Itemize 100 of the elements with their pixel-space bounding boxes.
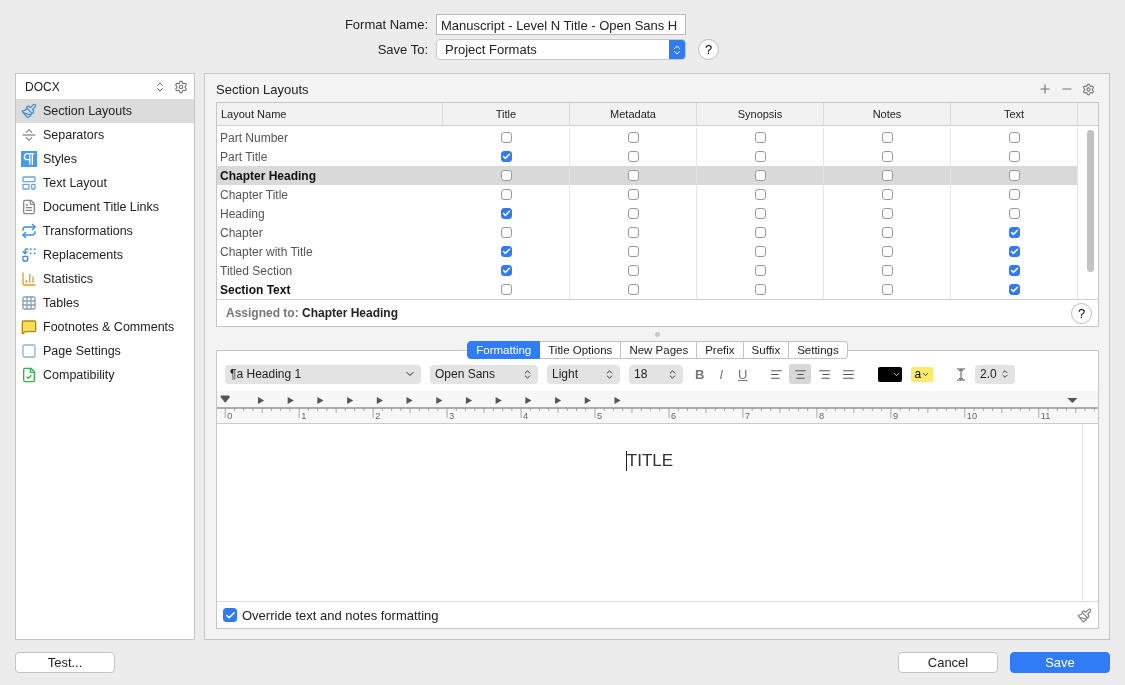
column-header[interactable]: Notes xyxy=(824,103,951,125)
tab[interactable]: New Pages xyxy=(621,341,698,359)
tab[interactable]: Title Options xyxy=(540,341,622,359)
up-down-arrows-icon[interactable] xyxy=(154,80,166,93)
checkbox[interactable] xyxy=(881,284,893,295)
highlight-button[interactable]: a xyxy=(911,366,934,382)
column-header[interactable]: Metadata xyxy=(570,103,697,125)
table-row[interactable]: Chapter xyxy=(217,223,1078,242)
sidebar-item[interactable]: Footnotes & Comments xyxy=(16,315,194,339)
tab-stop-icon[interactable] xyxy=(614,397,621,404)
checkbox[interactable] xyxy=(881,246,893,257)
column-header[interactable]: Text xyxy=(951,103,1078,125)
table-row[interactable]: Part Number xyxy=(217,128,1078,147)
save-button[interactable]: Save xyxy=(1010,652,1110,673)
format-name-field[interactable]: Manuscript - Level N Title - Open Sans H xyxy=(436,14,686,35)
checkbox[interactable] xyxy=(754,284,766,295)
column-header[interactable]: Synopsis xyxy=(697,103,824,125)
table-row[interactable]: Chapter with Title xyxy=(217,242,1078,261)
checkbox[interactable] xyxy=(627,170,639,181)
sidebar-item[interactable]: Tables xyxy=(16,291,194,315)
sidebar-item[interactable]: Text Layout xyxy=(16,171,194,195)
checkbox[interactable] xyxy=(1008,246,1020,257)
tab-stop-icon[interactable] xyxy=(376,397,383,404)
checkbox[interactable] xyxy=(881,208,893,219)
table-row[interactable]: Heading xyxy=(217,204,1078,223)
checkbox[interactable] xyxy=(500,265,512,276)
tab-stop-icon[interactable] xyxy=(465,397,473,404)
table-row[interactable]: Chapter Heading xyxy=(217,166,1078,185)
help-button[interactable]: ? xyxy=(698,39,719,60)
table-row[interactable]: Section Text xyxy=(217,280,1078,299)
checkbox[interactable] xyxy=(1008,132,1020,143)
checkbox[interactable] xyxy=(627,208,639,219)
sidebar-item[interactable]: Section Layouts xyxy=(16,99,194,123)
checkbox[interactable] xyxy=(627,189,639,200)
style-dropdown[interactable]: ¶a Heading 1 xyxy=(225,364,421,384)
checkbox[interactable] xyxy=(754,265,766,276)
checkbox[interactable] xyxy=(881,132,893,143)
checkbox[interactable] xyxy=(500,170,512,181)
italic-button[interactable]: I xyxy=(716,366,726,382)
sidebar-item[interactable]: Document Title Links xyxy=(16,195,194,219)
bold-button[interactable]: B xyxy=(692,366,708,382)
sidebar-item[interactable]: Page Settings xyxy=(16,339,194,363)
column-header[interactable]: Layout Name xyxy=(217,103,443,125)
tab[interactable]: Prefix xyxy=(697,341,744,359)
indent-marker-icon[interactable] xyxy=(220,395,230,403)
sidebar-item[interactable]: Transformations xyxy=(16,219,194,243)
scrollbar[interactable] xyxy=(1087,130,1094,272)
checkbox[interactable] xyxy=(881,265,893,276)
checkbox[interactable] xyxy=(1008,170,1020,181)
weight-dropdown[interactable]: Light xyxy=(547,364,620,384)
checkbox[interactable] xyxy=(500,151,512,162)
text-color-button[interactable] xyxy=(878,366,903,382)
checkbox[interactable] xyxy=(754,227,766,238)
checkbox[interactable] xyxy=(754,151,766,162)
checkbox[interactable] xyxy=(754,170,766,181)
table-row[interactable]: Chapter Title xyxy=(217,185,1078,204)
checkbox[interactable] xyxy=(1008,265,1020,276)
checkbox[interactable] xyxy=(1008,151,1020,162)
tab-stop-icon[interactable] xyxy=(406,397,413,404)
sidebar-item[interactable]: Statistics xyxy=(16,267,194,291)
sidebar-item[interactable]: Compatibility xyxy=(16,363,194,387)
test-button[interactable]: Test... xyxy=(15,652,115,673)
editor-text[interactable]: TITLE xyxy=(625,451,674,471)
tab-stop-icon[interactable] xyxy=(525,397,532,404)
checkbox[interactable] xyxy=(881,227,893,238)
override-checkbox[interactable] xyxy=(223,608,237,622)
checkbox[interactable] xyxy=(500,189,512,200)
tab[interactable]: Settings xyxy=(789,341,848,359)
tab-stop-icon[interactable] xyxy=(436,397,443,404)
checkbox[interactable] xyxy=(754,132,766,143)
checkbox[interactable] xyxy=(881,151,893,162)
checkbox[interactable] xyxy=(754,189,766,200)
checkbox[interactable] xyxy=(500,227,512,238)
checkbox[interactable] xyxy=(881,170,893,181)
checkbox[interactable] xyxy=(627,132,639,143)
checkbox[interactable] xyxy=(627,151,639,162)
checkbox[interactable] xyxy=(500,208,512,219)
checkbox[interactable] xyxy=(1008,208,1020,219)
align-button[interactable] xyxy=(789,364,812,384)
checkbox[interactable] xyxy=(500,284,512,295)
ruler[interactable]: 0 1 2 3 4 5 6 7 8 9 10 11 xyxy=(217,391,1098,424)
checkbox[interactable] xyxy=(881,189,893,200)
sidebar-item[interactable]: Replacements xyxy=(16,243,194,267)
tab-stop-icon[interactable] xyxy=(287,397,294,404)
tab-stop-icon[interactable] xyxy=(495,397,502,404)
tab-stop-icon[interactable] xyxy=(555,397,562,404)
settings-icon[interactable] xyxy=(174,79,188,94)
checkbox[interactable] xyxy=(627,265,639,276)
checkbox[interactable] xyxy=(627,284,639,295)
tab-stop-icon[interactable] xyxy=(258,397,265,404)
checkbox[interactable] xyxy=(754,208,766,219)
table-row[interactable]: Titled Section xyxy=(217,261,1078,280)
checkbox[interactable] xyxy=(1008,189,1020,200)
tab[interactable]: Suffix xyxy=(743,341,790,359)
help-button[interactable]: ? xyxy=(1071,302,1092,324)
checkbox[interactable] xyxy=(627,246,639,257)
checkbox[interactable] xyxy=(754,246,766,257)
checkbox[interactable] xyxy=(500,132,512,143)
tab[interactable]: Formatting xyxy=(467,341,541,359)
format-dropdown[interactable]: DOCX xyxy=(25,79,146,94)
